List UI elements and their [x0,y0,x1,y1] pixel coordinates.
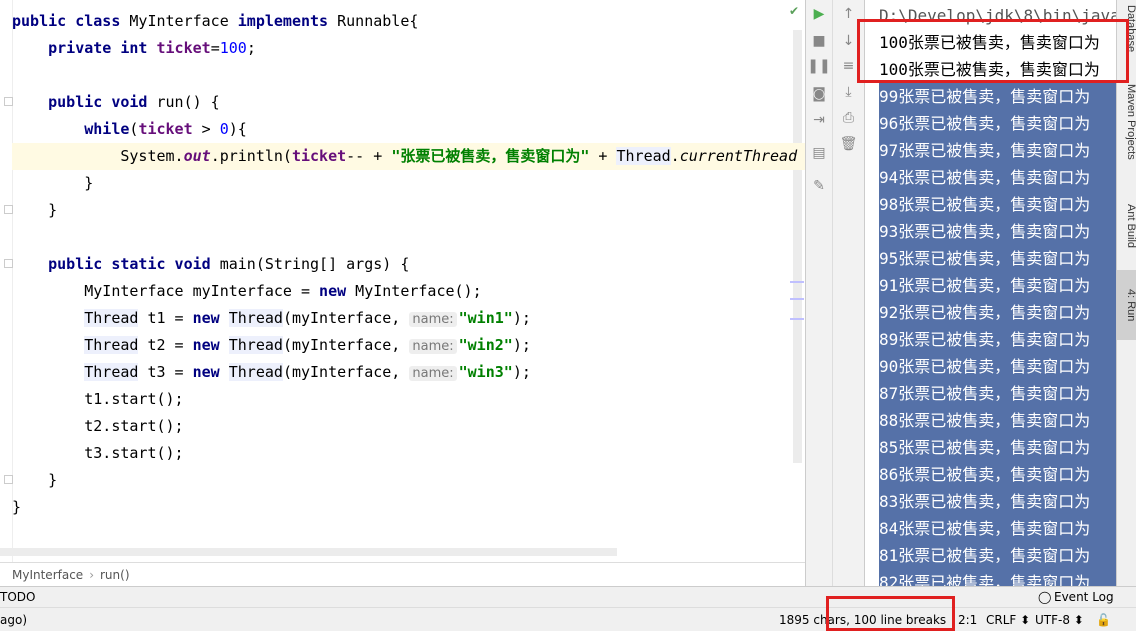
code-line[interactable]: System.out.println(ticket-- + "张票已被售卖，售卖… [12,143,805,170]
soft-wrap-icon[interactable]: ≡ [833,58,864,74]
status-message[interactable]: ago) [0,608,27,632]
console-line[interactable]: 87张票已被售卖，售卖窗口为 [879,380,1116,407]
exit-icon[interactable]: ⇥ [806,112,832,128]
console-line[interactable]: 93张票已被售卖，售卖窗口为 [879,218,1116,245]
tab-todo[interactable]: TODO [0,587,35,608]
run-toolbar: ▶ ■ ❚❚ ◙ ⇥ ▤ ✎ [805,0,832,586]
code-line[interactable]: Thread t3 = new Thread(myInterface, name… [12,359,805,386]
file-encoding[interactable]: UTF-8 ⬍ [1035,608,1084,632]
code-line[interactable]: while(ticket > 0){ [12,116,805,143]
stop-icon[interactable]: ■ [806,33,832,49]
tab-database[interactable]: Database [1117,0,1136,58]
line-separator[interactable]: CRLF ⬍ [986,608,1030,632]
scroll-to-end-icon[interactable]: ⤓ [833,84,864,100]
console-line[interactable]: 92张票已被售卖，售卖窗口为 [879,299,1116,326]
status-bar: ago) 1895 chars, 100 line breaks 2:1 CRL… [0,607,1136,631]
console-line[interactable]: 91张票已被售卖，售卖窗口为 [879,272,1116,299]
trash-icon[interactable]: 🗑 [833,136,864,152]
code-line[interactable]: public void run() { [12,89,805,116]
code-line[interactable]: public static void main(String[] args) { [12,251,805,278]
code-line[interactable]: t1.start(); [12,386,805,413]
tab-run[interactable]: 4: Run [1117,270,1136,340]
console-line[interactable]: 84张票已被售卖，售卖窗口为 [879,515,1116,542]
code-line[interactable]: MyInterface myInterface = new MyInterfac… [12,278,805,305]
rerun-icon[interactable]: ▶ [806,6,832,22]
tab-ant-build[interactable]: Ant Build [1117,190,1136,262]
chevron-right-icon: › [89,568,94,582]
console-line[interactable]: 83张票已被售卖，售卖窗口为 [879,488,1116,515]
console-line[interactable]: 85张票已被售卖，售卖窗口为 [879,434,1116,461]
code-line[interactable]: } [12,197,805,224]
console-line[interactable]: 100张票已被售卖，售卖窗口为 [879,56,1100,83]
console-line[interactable]: 97张票已被售卖，售卖窗口为 [879,137,1116,164]
print-icon[interactable]: ⎙ [833,110,864,126]
pin-icon[interactable]: ✎ [806,178,832,194]
breadcrumb-class[interactable]: MyInterface [12,568,83,582]
console-line[interactable]: 95张票已被售卖，售卖窗口为 [879,245,1116,272]
right-tool-strip: Database Maven Projects Ant Build 4: Run [1116,0,1136,586]
code-line[interactable]: private int ticket=100; [12,35,805,62]
camera-icon[interactable]: ◙ [806,86,832,102]
console-line[interactable]: 100张票已被售卖，售卖窗口为 [879,29,1100,56]
layout-icon[interactable]: ▤ [806,145,832,161]
code-line[interactable]: } [12,467,805,494]
console-line[interactable]: 88张票已被售卖，售卖窗口为 [879,407,1116,434]
code-line[interactable]: Thread t1 = new Thread(myInterface, name… [12,305,805,332]
console-line[interactable]: 99张票已被售卖，售卖窗口为 [879,83,1116,110]
code-editor[interactable]: ✔ public class MyInterface implements Ru… [0,0,805,562]
code-line[interactable]: t3.start(); [12,440,805,467]
editor-horizontal-scrollbar[interactable] [0,548,617,556]
code-line[interactable]: public class MyInterface implements Runn… [12,8,805,35]
code-line[interactable]: t2.start(); [12,413,805,440]
run-console[interactable]: D:\Develop\jdk\8\bin\java 100张票已被售卖，售卖窗口… [864,0,1116,586]
tab-maven-projects[interactable]: Maven Projects [1117,72,1136,172]
breadcrumb: MyInterface › run() [0,562,805,586]
cursor-position[interactable]: 2:1 [958,608,977,632]
tool-window-bar: TODO ◯ Event Log [0,586,1136,607]
console-line[interactable]: 96张票已被售卖，售卖窗口为 [879,110,1116,137]
console-line[interactable]: 81张票已被售卖，售卖窗口为 [879,542,1116,569]
down-arrow-icon[interactable]: ↓ [833,33,864,49]
code-line[interactable]: } [12,170,805,197]
console-line[interactable]: 90张票已被售卖，售卖窗口为 [879,353,1116,380]
code-line[interactable]: Thread t2 = new Thread(myInterface, name… [12,332,805,359]
console-line[interactable]: 82张票已被售卖，售卖窗口为 [879,569,1116,586]
console-line[interactable]: 94张票已被售卖，售卖窗口为 [879,164,1116,191]
pause-icon[interactable]: ❚❚ [806,58,832,74]
console-line[interactable]: 98张票已被售卖，售卖窗口为 [879,191,1116,218]
event-log-icon: ◯ [1038,590,1052,604]
console-path: D:\Develop\jdk\8\bin\java [879,6,1116,25]
up-arrow-icon[interactable]: ↑ [833,6,864,22]
console-toolbar: ↑ ↓ ≡ ⤓ ⎙ 🗑 [832,0,864,586]
char-count: 1895 chars, 100 line breaks [779,613,947,627]
console-line[interactable]: 86张票已被售卖，售卖窗口为 [879,461,1116,488]
console-line[interactable]: 89张票已被售卖，售卖窗口为 [879,326,1116,353]
lock-icon[interactable]: 🔓 [1096,608,1111,632]
breadcrumb-method[interactable]: run() [100,568,130,582]
tab-event-log[interactable]: Event Log [1054,587,1114,608]
code-line[interactable]: } [12,494,805,521]
